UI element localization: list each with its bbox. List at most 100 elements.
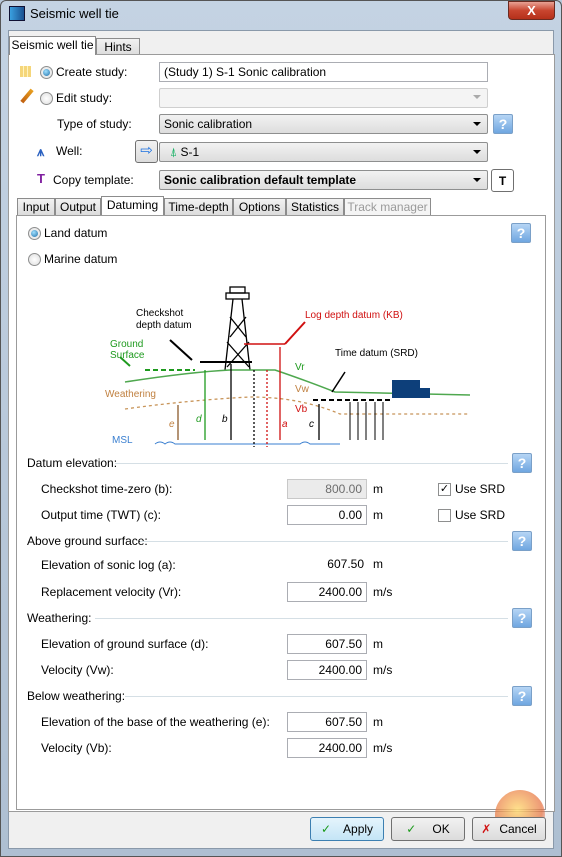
well-select[interactable]: ⍋ S-1: [159, 142, 488, 162]
check-icon: ✓: [406, 822, 417, 836]
replacement-velocity-label: Replacement velocity (Vr):: [41, 585, 182, 599]
help-button[interactable]: ?: [512, 531, 532, 551]
copy-template-value: Sonic calibration default template: [164, 173, 357, 187]
diagram-vr: Vr: [295, 362, 305, 373]
replacement-velocity-input[interactable]: 2400.00: [287, 582, 367, 602]
use-srd-label: Use SRD: [455, 508, 506, 522]
below-velocity-input[interactable]: 2400.00: [287, 738, 367, 758]
below-velocity-label: Velocity (Vb):: [41, 741, 112, 755]
well-value: S-1: [180, 145, 200, 159]
cancel-label: Cancel: [499, 822, 537, 836]
close-button[interactable]: X: [508, 1, 555, 20]
msl-line: [154, 441, 340, 445]
close-icon: ✗: [481, 822, 492, 836]
check-icon: ✓: [320, 822, 332, 836]
create-study-icon: [20, 66, 31, 77]
diagram-d: d: [196, 414, 202, 425]
weathering-base-elevation-label: Elevation of the base of the weathering …: [41, 715, 270, 729]
diagram-time-datum: Time datum (SRD): [335, 348, 418, 359]
diagram-vw: Vw: [295, 384, 310, 395]
copy-template-select[interactable]: Sonic calibration default template: [159, 170, 488, 190]
cancel-button[interactable]: ✗ Cancel: [472, 817, 546, 841]
unit-label: m: [373, 482, 383, 496]
sonic-log-elevation-value: 607.50: [327, 557, 364, 571]
divider: [115, 463, 508, 464]
rig: [224, 286, 251, 371]
output-use-srd-checkbox[interactable]: [438, 509, 451, 522]
help-button[interactable]: ?: [512, 608, 532, 628]
window-title: Seismic well tie: [30, 6, 119, 21]
ok-button[interactable]: ✓ OK: [391, 817, 465, 841]
diagram-c: c: [309, 419, 314, 430]
template-button[interactable]: T: [491, 169, 514, 192]
land-datum-radio[interactable]: [28, 227, 41, 240]
type-of-study-value: Sonic calibration: [164, 117, 253, 131]
diagram-msl: MSL: [112, 435, 133, 446]
chevron-down-icon: [473, 95, 481, 99]
edit-study-select[interactable]: [159, 88, 488, 108]
weathering-velocity-input[interactable]: 2400.00: [287, 660, 367, 680]
template-icon: T: [37, 171, 45, 186]
datum-elevation-heading: Datum elevation:: [27, 456, 118, 470]
above-ground-heading: Above ground surface:: [27, 534, 148, 548]
create-study-radio[interactable]: [40, 66, 53, 79]
tab-track-manager: Track manager: [344, 198, 431, 215]
marine-datum-label: Marine datum: [44, 252, 118, 266]
use-srd-label: Use SRD: [455, 482, 506, 496]
tab-options[interactable]: Options: [233, 198, 286, 215]
diagram-ground: Ground: [110, 339, 143, 350]
diagram-b: b: [222, 414, 228, 425]
truck: [392, 380, 430, 398]
well-label: Well:: [56, 144, 83, 158]
create-study-label: Create study:: [56, 65, 128, 79]
diagram-log-datum: Log depth datum (KB): [305, 310, 403, 321]
output-time-label: Output time (TWT) (c):: [41, 508, 161, 522]
tab-time-depth[interactable]: Time-depth: [164, 198, 233, 215]
unit-label: m/s: [373, 663, 393, 677]
tab-datuming[interactable]: Datuming: [101, 196, 164, 215]
chevron-down-icon: [473, 122, 481, 126]
well-icon: ⩚: [37, 144, 45, 159]
tab-seismic-well-tie[interactable]: Seismic well tie: [9, 36, 96, 55]
diagram-vb: Vb: [295, 404, 308, 415]
edit-study-label: Edit study:: [56, 91, 113, 105]
help-button[interactable]: ?: [493, 114, 513, 134]
unit-label: m: [373, 557, 383, 571]
datuming-diagram: Checkshot depth datum Ground Surface Log…: [105, 286, 470, 447]
well-arrow-button[interactable]: ⇨: [135, 140, 158, 163]
type-of-study-select[interactable]: Sonic calibration: [159, 114, 488, 134]
weathering-base-elevation-input[interactable]: 607.50: [287, 712, 367, 732]
diagram-weathering: Weathering: [105, 389, 156, 400]
diagram-a: a: [282, 419, 288, 430]
tab-statistics[interactable]: Statistics: [286, 198, 344, 215]
edit-study-radio[interactable]: [40, 92, 53, 105]
tab-hints[interactable]: Hints: [96, 38, 140, 55]
diagram-checkshot-2: depth datum: [136, 320, 192, 331]
ground-surface-elevation-input[interactable]: 607.50: [287, 634, 367, 654]
diagram-e: e: [169, 419, 175, 430]
unit-label: m: [373, 715, 383, 729]
chevron-down-icon: [473, 150, 481, 154]
app-icon: [9, 6, 25, 21]
checkshot-time-zero-label: Checkshot time-zero (b):: [41, 482, 173, 496]
type-of-study-label: Type of study:: [57, 117, 132, 131]
marine-datum-radio[interactable]: [28, 253, 41, 266]
apply-button[interactable]: ✓ Apply: [310, 817, 384, 841]
create-study-input[interactable]: (Study 1) S-1 Sonic calibration: [159, 62, 488, 82]
help-button[interactable]: ?: [512, 453, 532, 473]
help-button[interactable]: ?: [511, 223, 531, 243]
help-button[interactable]: ?: [512, 686, 532, 706]
unit-label: m/s: [373, 585, 393, 599]
checkshot-time-zero-input[interactable]: 800.00: [287, 479, 367, 499]
land-datum-label: Land datum: [44, 226, 108, 240]
tab-output[interactable]: Output: [55, 198, 101, 215]
weathering-velocity-label: Velocity (Vw):: [41, 663, 114, 677]
below-weathering-heading: Below weathering:: [27, 689, 126, 703]
output-time-input[interactable]: 0.00: [287, 505, 367, 525]
divider: [140, 541, 508, 542]
unit-label: m: [373, 508, 383, 522]
diagram-checkshot: Checkshot: [136, 308, 183, 319]
copy-template-label: Copy template:: [53, 173, 134, 187]
tab-input[interactable]: Input: [17, 198, 55, 215]
checkshot-use-srd-checkbox[interactable]: ✓: [438, 483, 451, 496]
